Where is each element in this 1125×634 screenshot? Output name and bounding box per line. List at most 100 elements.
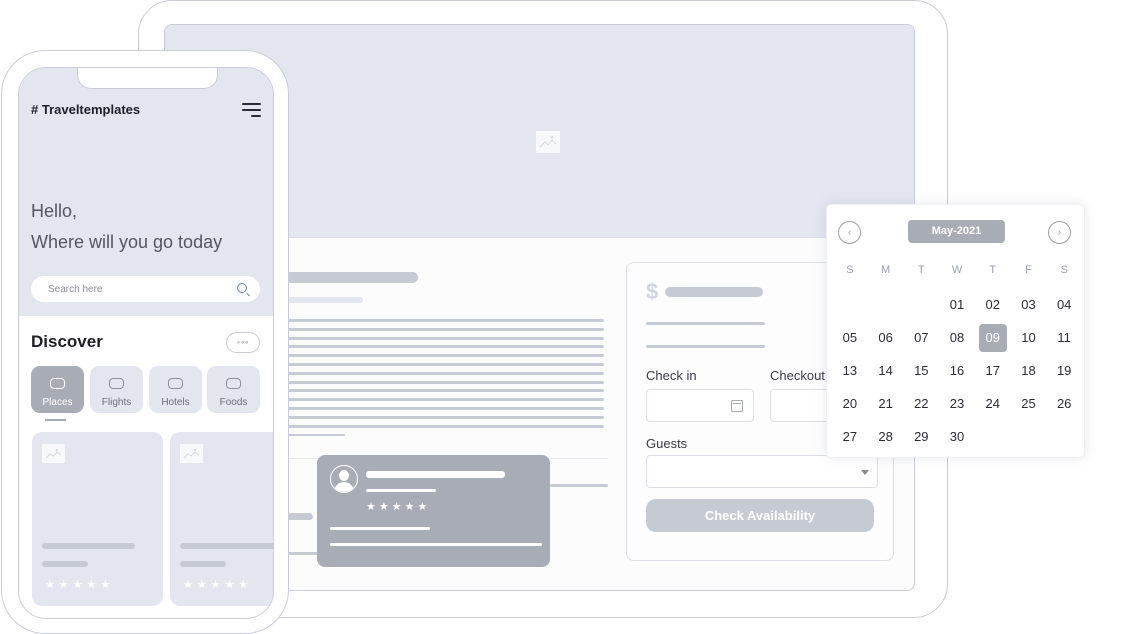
place-card[interactable]: ★★★★★	[170, 432, 273, 606]
calendar-week: 05 06 07 08 09 10 11	[832, 321, 1082, 354]
day-number: 14	[878, 363, 893, 378]
calendar-day[interactable]: 23	[939, 396, 975, 411]
user-avatar-icon	[330, 465, 358, 493]
reviewer-meta-skeleton	[366, 489, 436, 492]
calendar-day[interactable]: 11	[1046, 330, 1082, 345]
phone-screen: # Traveltemplates Hello, Where will you …	[18, 67, 274, 619]
day-number: 15	[914, 363, 929, 378]
article-title-skeleton	[275, 272, 418, 283]
calendar-day[interactable]: 25	[1011, 396, 1047, 411]
day-number: 10	[1021, 330, 1036, 345]
day-number: 01	[949, 297, 965, 312]
text-line-skeleton	[646, 322, 765, 325]
calendar-day[interactable]: 24	[975, 396, 1011, 411]
card-title-skeleton	[42, 543, 135, 549]
calendar-day[interactable]: 07	[903, 330, 939, 345]
weekday-label: F	[1025, 264, 1032, 276]
day-number: 11	[1057, 330, 1071, 345]
calendar-day[interactable]: 17	[975, 363, 1011, 378]
brand-logo[interactable]: # Traveltemplates	[31, 102, 140, 117]
calendar-day[interactable]: 22	[903, 396, 939, 411]
calendar-day[interactable]: 03	[1011, 297, 1047, 312]
calendar-day[interactable]: 02	[975, 297, 1011, 312]
calendar-day-selected[interactable]: 09	[975, 323, 1011, 352]
category-tab-places[interactable]: Places	[31, 366, 84, 413]
calendar-week: 27 28 29 30	[832, 420, 1082, 453]
active-tab-indicator	[45, 419, 66, 421]
weekday-label: M	[880, 264, 891, 276]
calendar-day[interactable]: 10	[1011, 330, 1047, 345]
greeting-hello: Hello,	[31, 201, 78, 221]
card-subtitle-skeleton	[180, 561, 226, 567]
text-line-skeleton	[275, 398, 604, 402]
calendar-day[interactable]: 14	[868, 363, 904, 378]
category-tab-hotels[interactable]: Hotels	[149, 366, 202, 413]
day-number: 05	[842, 330, 858, 345]
search-icon[interactable]	[237, 283, 247, 293]
calendar-icon[interactable]	[731, 400, 743, 412]
calendar-day[interactable]: 26	[1046, 396, 1082, 411]
rating-stars: ★★★★★	[45, 579, 115, 591]
calendar-day[interactable]: 08	[939, 330, 975, 345]
day-number: 04	[1056, 297, 1072, 312]
search-bar	[31, 276, 260, 302]
calendar-day[interactable]: 06	[868, 330, 904, 345]
calendar-day[interactable]: 15	[903, 363, 939, 378]
calendar-day[interactable]: 13	[832, 363, 868, 378]
day-number: 16	[949, 363, 965, 378]
place-card[interactable]: ★★★★★	[32, 432, 163, 606]
calendar-week: 13 14 15 16 17 18 19	[832, 354, 1082, 387]
calendar-day[interactable]: 28	[868, 429, 904, 444]
category-icon	[168, 378, 183, 389]
more-options-button[interactable]: ◦◦◦	[226, 332, 260, 353]
calendar-day[interactable]: 18	[1011, 363, 1047, 378]
next-month-button[interactable]: ›	[1048, 221, 1071, 244]
calendar-grid: S M T W T F S 01 02 03 04 05 06 07 08 09 10 11 13 14…	[832, 263, 1082, 453]
search-input[interactable]	[31, 276, 221, 302]
text-line-skeleton	[275, 424, 604, 428]
day-number: 18	[1021, 363, 1036, 378]
category-tab-foods[interactable]: Foods	[207, 366, 260, 413]
prev-month-button[interactable]: ‹	[838, 221, 861, 244]
day-number: 09	[978, 323, 1007, 352]
calendar-day[interactable]: 27	[832, 429, 868, 444]
calendar-day[interactable]: 21	[868, 396, 904, 411]
day-number: 27	[842, 429, 858, 444]
category-icon	[109, 378, 124, 389]
day-number: 24	[985, 396, 1000, 411]
day-number: 06	[878, 330, 893, 345]
weekday-label: S	[1060, 264, 1068, 276]
calendar-day[interactable]: 01	[939, 297, 975, 312]
day-number: 25	[1021, 396, 1036, 411]
checkin-date-input[interactable]	[646, 389, 754, 422]
day-number: 07	[914, 330, 929, 345]
day-number: 23	[949, 396, 965, 411]
card-subtitle-skeleton	[42, 561, 88, 567]
image-icon	[42, 444, 65, 463]
text-line-skeleton	[275, 327, 604, 331]
text-line-skeleton	[275, 336, 604, 340]
calendar-day[interactable]: 30	[939, 429, 975, 444]
calendar-day[interactable]: 16	[939, 363, 975, 378]
category-tab-flights[interactable]: Flights	[90, 366, 143, 413]
month-label[interactable]: May-2021	[908, 220, 1005, 243]
calendar-day[interactable]: 05	[832, 330, 868, 345]
day-number: 26	[1056, 396, 1072, 411]
card-title-skeleton	[180, 543, 273, 549]
day-number: 13	[842, 363, 858, 378]
calendar-day[interactable]: 04	[1046, 297, 1082, 312]
check-availability-button[interactable]: Check Availability	[646, 499, 874, 532]
phone-frame: # Traveltemplates Hello, Where will you …	[1, 50, 289, 634]
day-number: 29	[914, 429, 929, 444]
guests-select[interactable]	[646, 455, 878, 488]
category-icon	[50, 378, 65, 389]
calendar-day[interactable]: 20	[832, 396, 868, 411]
hamburger-menu-icon[interactable]	[241, 103, 261, 119]
calendar-day[interactable]: 29	[903, 429, 939, 444]
text-line-skeleton	[275, 371, 604, 375]
day-number: 20	[842, 396, 858, 411]
weekday-label: S	[846, 264, 854, 276]
checkout-label: Checkout	[770, 368, 825, 383]
review-text-skeleton	[330, 527, 430, 530]
calendar-day[interactable]: 19	[1046, 363, 1082, 378]
